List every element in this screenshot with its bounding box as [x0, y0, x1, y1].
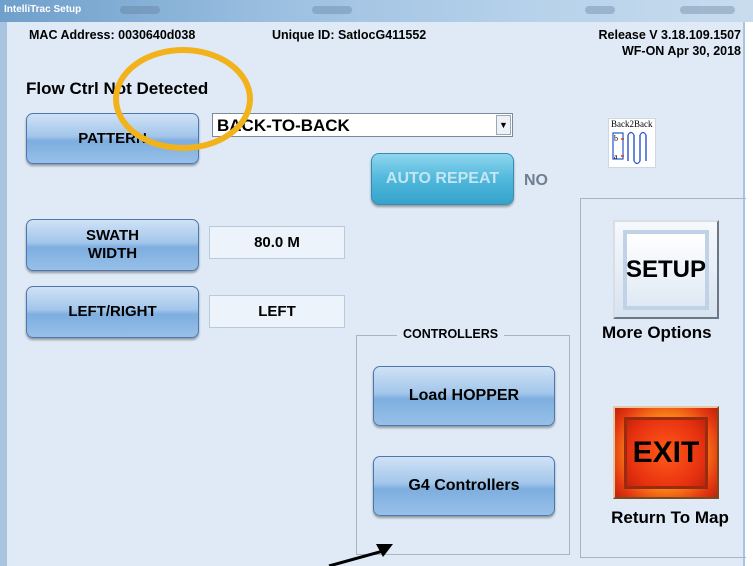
- annotation-arrow: [328, 544, 393, 566]
- arrow-head: [376, 544, 393, 557]
- arrow-shaft: [328, 549, 384, 566]
